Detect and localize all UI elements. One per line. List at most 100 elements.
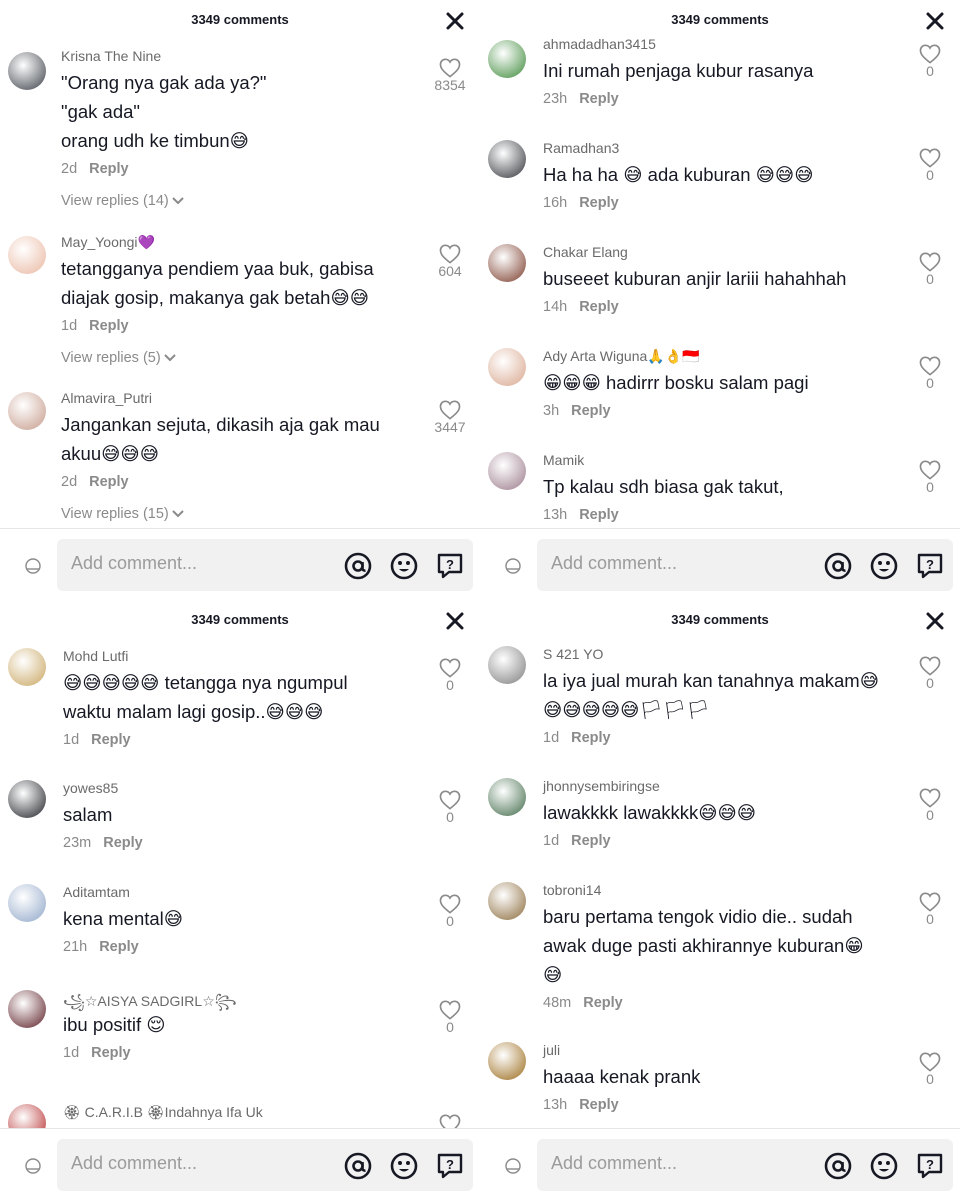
like-button[interactable]: 0 <box>910 148 950 183</box>
comment-username[interactable]: May_Yoongi💜 <box>61 234 155 251</box>
comment-username[interactable]: yowes85 <box>63 780 118 796</box>
emoji-icon[interactable] <box>390 1152 418 1180</box>
avatar[interactable] <box>8 780 46 818</box>
reply-button[interactable]: Reply <box>91 732 131 748</box>
like-button[interactable]: 0 <box>430 790 470 825</box>
comment-list[interactable]: S 421 YO la iya jual murah kan tanahnya m… <box>480 600 960 1128</box>
like-button[interactable]: 0 <box>910 44 950 79</box>
reply-button[interactable]: Reply <box>103 835 143 851</box>
avatar[interactable] <box>8 392 46 430</box>
avatar[interactable] <box>488 40 526 78</box>
avatar[interactable] <box>488 348 526 386</box>
like-button[interactable]: 0 <box>910 788 950 823</box>
reply-button[interactable]: Reply <box>579 299 619 315</box>
close-icon[interactable] <box>924 10 946 32</box>
emoji-icon[interactable] <box>870 552 898 580</box>
avatar[interactable] <box>8 990 46 1028</box>
question-icon[interactable]: ? <box>436 552 464 580</box>
view-replies-button[interactable]: View replies (14) <box>61 193 185 209</box>
reply-button[interactable]: Reply <box>89 318 129 334</box>
comment-username[interactable]: Krisna The Nine <box>61 48 161 64</box>
view-replies-button[interactable]: View replies (15) <box>61 506 185 522</box>
like-button[interactable]: 604 <box>430 244 470 279</box>
close-icon[interactable] <box>444 610 466 632</box>
avatar[interactable] <box>488 140 526 178</box>
add-comment-input[interactable]: Add comment...? <box>57 1139 473 1191</box>
comment-username[interactable]: S 421 YO <box>543 646 603 662</box>
mention-icon[interactable] <box>344 552 372 580</box>
avatar[interactable] <box>488 244 526 282</box>
emoji-icon[interactable] <box>390 552 418 580</box>
avatar[interactable] <box>8 1104 46 1128</box>
view-replies-button[interactable]: View replies (5) <box>61 350 177 366</box>
comment-text-line: lawakkkk lawakkkk😅😅😅 <box>543 802 757 823</box>
avatar[interactable] <box>488 646 526 684</box>
comment-list[interactable]: Mohd Lutfi 😅😅😅😅😅 tetangga nya ngumpul wakt… <box>0 600 480 1128</box>
comment-username[interactable]: tobroni14 <box>543 882 601 898</box>
comment-list[interactable]: ahmadadhan3415 Ini rumah penjaga kubur ra… <box>480 0 960 528</box>
reply-button[interactable]: Reply <box>571 833 611 849</box>
like-button[interactable]: 3447 <box>430 400 470 435</box>
heart-icon <box>910 788 950 808</box>
comment-username[interactable]: Mohd Lutfi <box>63 648 128 664</box>
comment-username[interactable]: Ramadhan3 <box>543 140 619 156</box>
avatar[interactable] <box>488 452 526 490</box>
avatar[interactable] <box>488 1042 526 1080</box>
like-button[interactable]: 8354 <box>430 58 470 93</box>
avatar[interactable] <box>8 236 46 274</box>
avatar[interactable] <box>8 52 46 90</box>
reply-button[interactable]: Reply <box>89 161 129 177</box>
comment-username[interactable]: Chakar Elang <box>543 244 628 260</box>
question-icon[interactable]: ? <box>916 552 944 580</box>
add-comment-input[interactable]: Add comment...? <box>57 539 473 591</box>
reply-button[interactable]: Reply <box>571 730 611 746</box>
reply-button[interactable]: Reply <box>571 403 611 419</box>
add-comment-input[interactable]: Add comment...? <box>537 1139 953 1191</box>
like-button[interactable]: 0 <box>910 460 950 495</box>
like-button[interactable]: 0 <box>910 252 950 287</box>
like-button[interactable]: 0 <box>910 356 950 391</box>
avatar[interactable] <box>8 884 46 922</box>
like-button[interactable]: 0 <box>910 892 950 927</box>
reply-button[interactable]: Reply <box>579 91 619 107</box>
comment-username[interactable]: jhonnysembiringse <box>543 778 660 794</box>
comment-username[interactable]: Ady Arta Wiguna🙏👌🇮🇩 <box>543 348 700 365</box>
like-button[interactable]: 0 <box>430 1000 470 1035</box>
reply-button[interactable]: Reply <box>99 939 139 955</box>
comment-meta: 21h Reply <box>63 939 139 955</box>
comment-username[interactable]: Aditamtam <box>63 884 130 900</box>
comment-username[interactable]: Mamik <box>543 452 584 468</box>
close-icon[interactable] <box>444 10 466 32</box>
reply-button[interactable]: Reply <box>89 474 129 490</box>
comment-username[interactable]: Almavira_Putri <box>61 390 152 406</box>
like-button[interactable]: 0 <box>910 656 950 691</box>
reply-button[interactable]: Reply <box>91 1045 131 1061</box>
like-count: 3447 <box>434 419 466 435</box>
avatar[interactable] <box>488 882 526 920</box>
comment-time: 16h <box>543 195 568 211</box>
like-button[interactable]: 0 <box>430 894 470 929</box>
reply-button[interactable]: Reply <box>579 195 619 211</box>
like-button[interactable]: 0 <box>430 658 470 693</box>
comment-username[interactable]: ahmadadhan3415 <box>543 36 656 52</box>
avatar[interactable] <box>8 648 46 686</box>
close-icon[interactable] <box>924 610 946 632</box>
comment-username[interactable]: 🏵 C.A.R.I.B 🏵Indahnya Ifa Uk <box>63 1104 263 1121</box>
reply-button[interactable]: Reply <box>579 507 619 523</box>
like-button[interactable] <box>430 1114 470 1128</box>
comment-text: lawakkkk lawakkkk😅😅😅 <box>543 798 893 827</box>
comment-list[interactable]: Krisna The Nine "Orang nya gak ada ya?" "g… <box>0 0 480 528</box>
mention-icon[interactable] <box>344 1152 372 1180</box>
mention-icon[interactable] <box>824 552 852 580</box>
question-icon[interactable]: ? <box>436 1152 464 1180</box>
add-comment-input[interactable]: Add comment...? <box>537 539 953 591</box>
question-icon[interactable]: ? <box>916 1152 944 1180</box>
like-count: 0 <box>926 271 934 287</box>
comment-username[interactable]: juli <box>543 1042 560 1058</box>
avatar[interactable] <box>488 778 526 816</box>
emoji-icon[interactable] <box>870 1152 898 1180</box>
like-button[interactable]: 0 <box>910 1052 950 1087</box>
mention-icon[interactable] <box>824 1152 852 1180</box>
reply-button[interactable]: Reply <box>579 1097 619 1113</box>
reply-button[interactable]: Reply <box>583 995 623 1011</box>
